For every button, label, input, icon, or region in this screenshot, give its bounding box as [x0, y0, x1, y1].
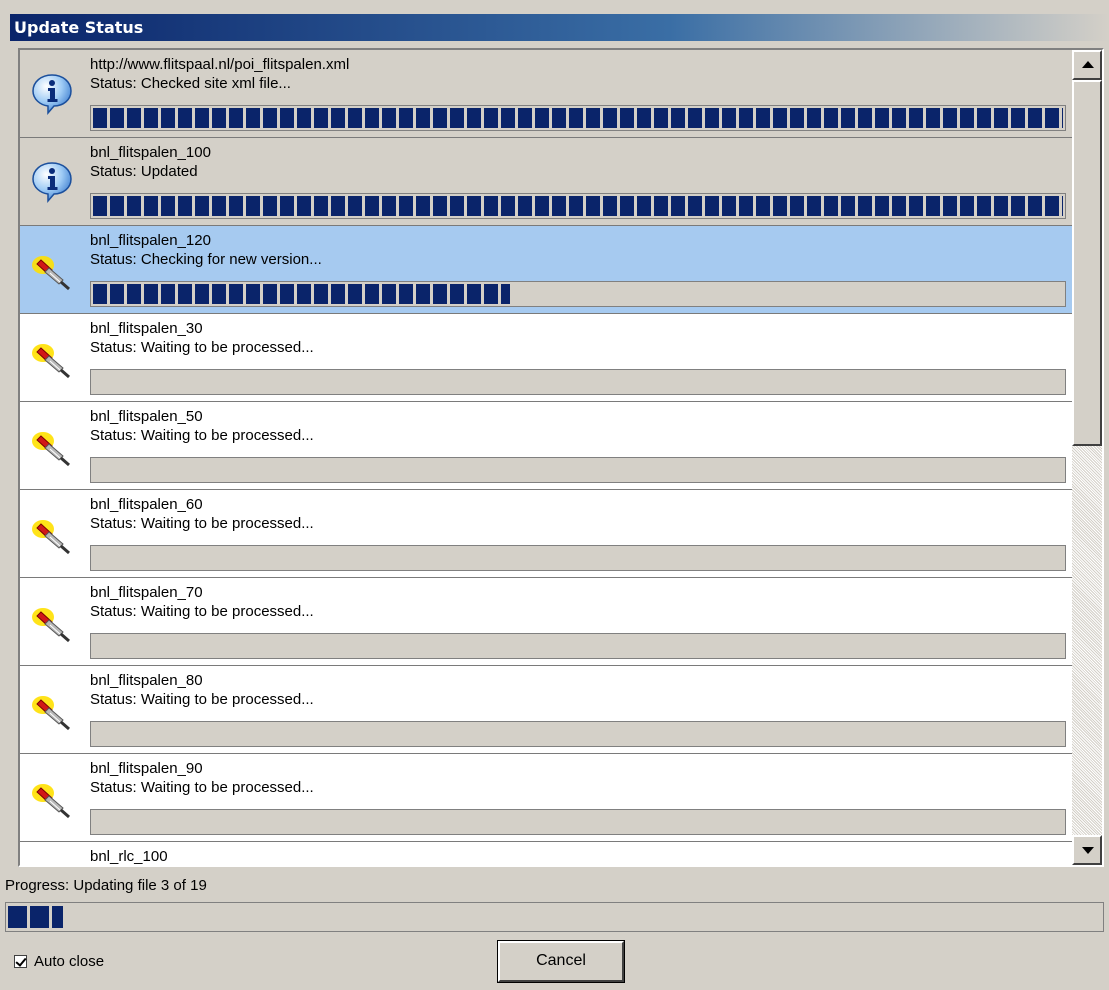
overall-progress-bar [5, 902, 1104, 932]
connector-icon [30, 600, 74, 644]
item-progress-bar [90, 633, 1066, 659]
connector-icon [30, 864, 74, 865]
item-status: Status: Waiting to be processed... [90, 427, 314, 444]
auto-close-label[interactable]: Auto close [34, 953, 104, 970]
list-item[interactable]: bnl_flitspalen_70 Status: Waiting to be p… [20, 578, 1073, 666]
item-progress-bar [90, 369, 1066, 395]
list-item[interactable]: bnl_rlc_100 [20, 842, 1073, 865]
connector-icon [30, 336, 74, 380]
item-status: Status: Waiting to be processed... [90, 515, 314, 532]
title-bar: Update Status [10, 14, 1109, 41]
connector-icon [30, 424, 74, 468]
item-progress-bar [90, 105, 1066, 131]
list-item[interactable]: bnl_flitspalen_30 Status: Waiting to be p… [20, 314, 1073, 402]
item-status: Status: Waiting to be processed... [90, 691, 314, 708]
connector-icon [30, 776, 74, 820]
item-status: Status: Updated [90, 163, 198, 180]
item-progress-bar [90, 545, 1066, 571]
item-progress-bar [90, 457, 1066, 483]
list-item[interactable]: bnl_flitspalen_90 Status: Waiting to be p… [20, 754, 1073, 842]
arrow-down-icon [1082, 847, 1094, 854]
vertical-scrollbar[interactable] [1072, 50, 1102, 865]
item-name: bnl_flitspalen_90 [90, 760, 203, 777]
item-progress-fill [93, 196, 1063, 216]
item-name: bnl_rlc_100 [90, 848, 168, 865]
arrow-up-icon [1082, 61, 1094, 68]
list-item[interactable]: bnl_flitspalen_50 Status: Waiting to be p… [20, 402, 1073, 490]
scroll-down-button[interactable] [1072, 835, 1102, 865]
list-item[interactable]: bnl_flitspalen_120 Status: Checking for n… [20, 226, 1073, 314]
auto-close-checkbox[interactable] [14, 954, 27, 968]
list-item[interactable]: bnl_flitspalen_100 Status: Updated [20, 138, 1073, 226]
item-status: Status: Checking for new version... [90, 251, 322, 268]
item-name: bnl_flitspalen_70 [90, 584, 203, 601]
list-item[interactable]: bnl_flitspalen_80 Status: Waiting to be p… [20, 666, 1073, 754]
item-name: bnl_flitspalen_100 [90, 144, 211, 161]
item-name: http://www.flitspaal.nl/poi_flitspalen.x… [90, 56, 350, 73]
auto-close-option[interactable]: Auto close [14, 949, 104, 973]
checkmark-icon [15, 954, 27, 967]
item-name: bnl_flitspalen_60 [90, 496, 203, 513]
cancel-button[interactable]: Cancel [497, 940, 625, 983]
info-icon [30, 72, 74, 116]
item-progress-bar [90, 721, 1066, 747]
item-name: bnl_flitspalen_50 [90, 408, 203, 425]
item-name: bnl_flitspalen_30 [90, 320, 203, 337]
update-list[interactable]: http://www.flitspaal.nl/poi_flitspalen.x… [18, 48, 1104, 867]
item-progress-bar [90, 193, 1066, 219]
item-progress-bar [90, 281, 1066, 307]
overall-progress-fill [8, 906, 63, 928]
item-name: bnl_flitspalen_120 [90, 232, 211, 249]
item-status: Status: Checked site xml file... [90, 75, 291, 92]
connector-icon [30, 688, 74, 732]
item-status: Status: Waiting to be processed... [90, 779, 314, 796]
scroll-up-button[interactable] [1072, 50, 1102, 80]
info-icon [30, 160, 74, 204]
item-name: bnl_flitspalen_80 [90, 672, 203, 689]
item-progress-bar [90, 809, 1066, 835]
item-status: Status: Waiting to be processed... [90, 339, 314, 356]
connector-icon [30, 512, 74, 556]
item-progress-fill [93, 108, 1063, 128]
item-status: Status: Waiting to be processed... [90, 603, 314, 620]
update-items: http://www.flitspaal.nl/poi_flitspalen.x… [20, 50, 1073, 865]
overall-progress-label: Progress: Updating file 3 of 19 [5, 877, 207, 894]
connector-icon [30, 248, 74, 292]
item-progress-fill [93, 284, 511, 304]
list-item[interactable]: bnl_flitspalen_60 Status: Waiting to be p… [20, 490, 1073, 578]
window-title: Update Status [14, 18, 144, 37]
scroll-thumb[interactable] [1072, 80, 1102, 446]
list-item[interactable]: http://www.flitspaal.nl/poi_flitspalen.x… [20, 50, 1073, 138]
